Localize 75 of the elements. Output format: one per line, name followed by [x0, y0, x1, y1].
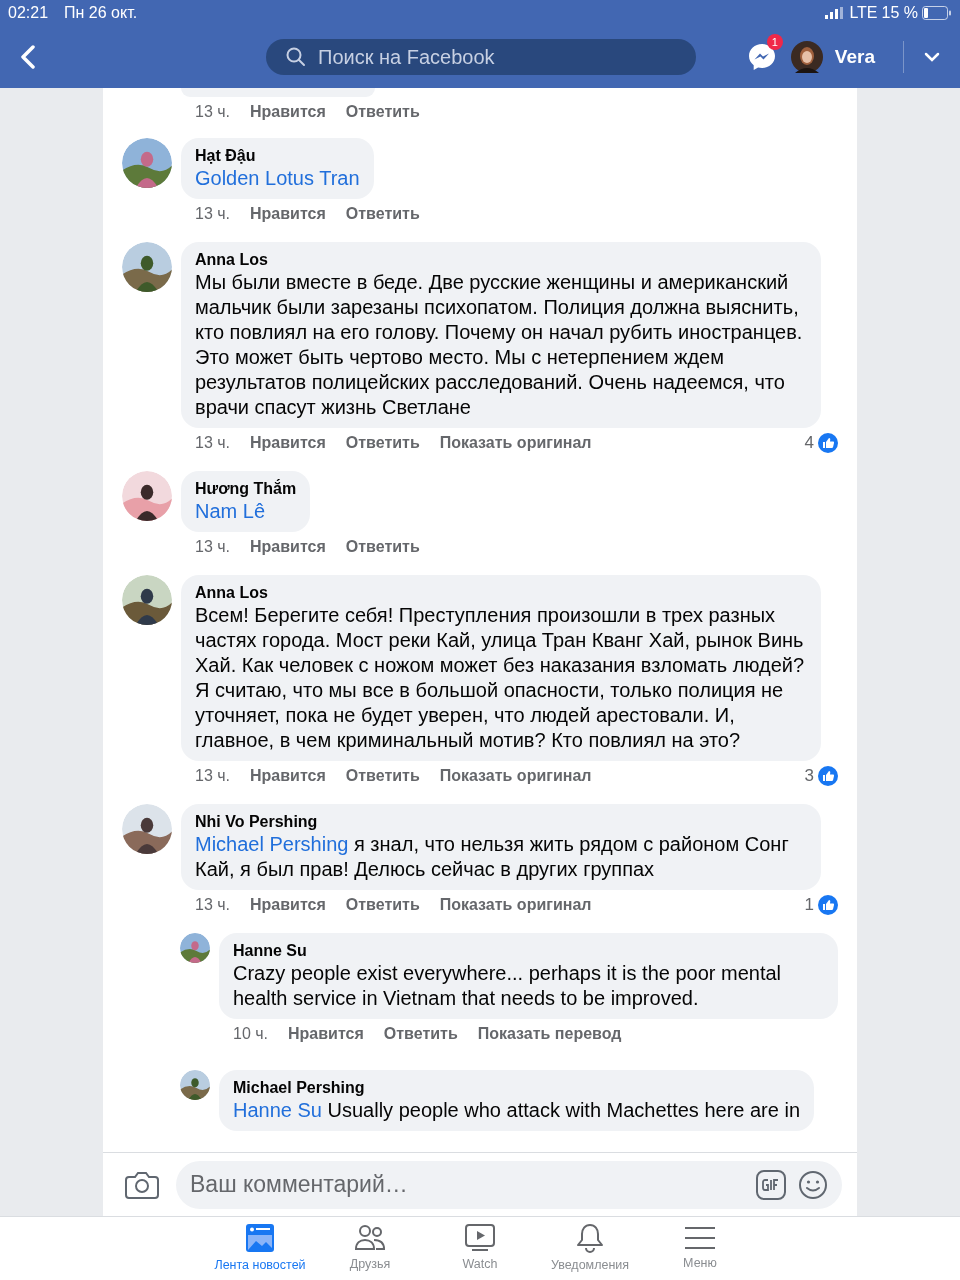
comment-author[interactable]: Anna Los [195, 250, 807, 270]
search-field[interactable]: Поиск на Facebook [266, 39, 696, 75]
comment-text: Мы были вместе в беде. Две русские женщины и американский мальчик были зарезаны психопатом. Полиция должна выяснить, кто повлиял на его голову. Почему он начал рубить иностранцев. Это может быть чертово место. Мы с нетерпением ждем результатов полицейских расследований. Очень надеемся, что врачи спасут жизнь Светлане [195, 270, 804, 420]
battery-percent: 15 % [881, 3, 918, 23]
action-link[interactable]: Нравится [250, 893, 326, 917]
like-icon [818, 766, 838, 786]
bell-icon [576, 1222, 604, 1253]
nav-tab[interactable]: Друзья [315, 1217, 425, 1280]
like-icon [818, 433, 838, 453]
caret-icon[interactable] [924, 52, 940, 62]
action-link[interactable]: Показать оригинал [439, 431, 592, 455]
like-icon [818, 895, 838, 915]
emoji-icon[interactable] [798, 1169, 828, 1200]
comment-author[interactable]: Hương Thắm [195, 479, 297, 499]
user-name[interactable]: Vera [834, 42, 875, 72]
action-link[interactable]: Нравится [250, 764, 326, 788]
action-link[interactable]: Нравится [250, 202, 326, 226]
like-count: 3 [804, 765, 814, 788]
signal-icon [825, 7, 846, 19]
search-placeholder: Поиск на Facebook [318, 45, 495, 70]
like-count: 4 [804, 432, 814, 455]
comment-time: 13 ч. [195, 204, 231, 224]
comment-time: 13 ч. [195, 895, 231, 915]
comment-author[interactable]: Hạt Đậu [195, 146, 360, 166]
comment-author[interactable]: Hanne Su [233, 941, 824, 961]
status-date: Пн 26 окт. [64, 3, 138, 23]
comment-field[interactable]: Ваш комментарий… [176, 1160, 842, 1209]
action-link[interactable]: Нравится [288, 1022, 364, 1046]
comment-author[interactable]: Nhi Vo Pershing [195, 812, 807, 832]
mention-link[interactable]: Michael Pershing [195, 833, 349, 855]
camera-icon[interactable] [125, 1169, 159, 1200]
battery-icon [922, 6, 952, 20]
mention-link[interactable]: Golden Lotus Tran [195, 166, 360, 191]
action-link[interactable]: Ответить [345, 535, 420, 559]
like-count: 1 [804, 894, 814, 917]
notification-badge: 1 [766, 34, 783, 50]
friends-icon [354, 1223, 386, 1252]
news-feed-icon [245, 1222, 275, 1253]
action-link[interactable]: Показать оригинал [439, 893, 592, 917]
action-link[interactable]: Нравится [250, 100, 326, 124]
comment-time: 13 ч. [195, 766, 231, 786]
comment-placeholder: Ваш комментарий… [190, 1170, 409, 1200]
comment-author[interactable]: Michael Pershing [233, 1078, 800, 1098]
comment-time: 13 ч. [195, 433, 231, 453]
action-link[interactable]: Показать перевод [477, 1022, 622, 1046]
mention-link[interactable]: Hanne Su [233, 1099, 322, 1121]
status-time: 02:21 [8, 3, 49, 23]
menu-icon [685, 1224, 715, 1251]
back-icon[interactable] [20, 45, 36, 69]
action-link[interactable]: Нравится [250, 431, 326, 455]
comment-time: 13 ч. [195, 102, 231, 122]
search-icon [286, 47, 306, 67]
comment-text: Всем! Берегите себя! Преступления произошли в трех разных частях города. Мост реки Кай, улица Тран Кванг Хай, рынок Винь Хай. Как человек с ножом может без наказания взломать людей? Я считаю, что мы все в большой опасности, только полиция не уточняет, пока не будет уверен, что людей арестовали. И, главное, в чем криминальный мотив? Кто повлиял на это? [195, 603, 806, 753]
comment-text: Michael Pershing я знал, что нельзя жить рядом с районом Сонг Кай, я был прав! Делюсь сейчас в других группах [195, 832, 790, 882]
comment-time: 13 ч. [195, 537, 231, 557]
action-link[interactable]: Показать оригинал [439, 764, 592, 788]
action-link[interactable]: Ответить [345, 431, 420, 455]
nav-tab[interactable]: Лента новостей [205, 1217, 315, 1280]
action-link[interactable]: Ответить [345, 893, 420, 917]
nav-tab[interactable]: Watch [425, 1217, 535, 1280]
comment-text: Crazy people exist everywhere... perhaps it is the poor mental health service in Vietnam that needs to be improved. [233, 961, 783, 1011]
action-link[interactable]: Нравится [250, 535, 326, 559]
comment-author[interactable]: Anna Los [195, 583, 807, 603]
comment-text: Hanne Su Usually people who attack with Machettes here are in [233, 1098, 800, 1123]
action-link[interactable]: Ответить [383, 1022, 458, 1046]
video-icon [465, 1223, 495, 1252]
comment-time: 10 ч. [233, 1024, 269, 1044]
mention-link[interactable]: Nam Lê [195, 499, 266, 524]
action-link[interactable]: Ответить [345, 764, 420, 788]
network-label: LTE [849, 3, 878, 23]
action-link[interactable]: Ответить [345, 202, 420, 226]
action-link[interactable]: Ответить [345, 100, 420, 124]
nav-tab[interactable]: Меню [645, 1217, 755, 1280]
nav-tab[interactable]: Уведомления [535, 1217, 645, 1280]
gif-icon[interactable] [756, 1169, 786, 1200]
